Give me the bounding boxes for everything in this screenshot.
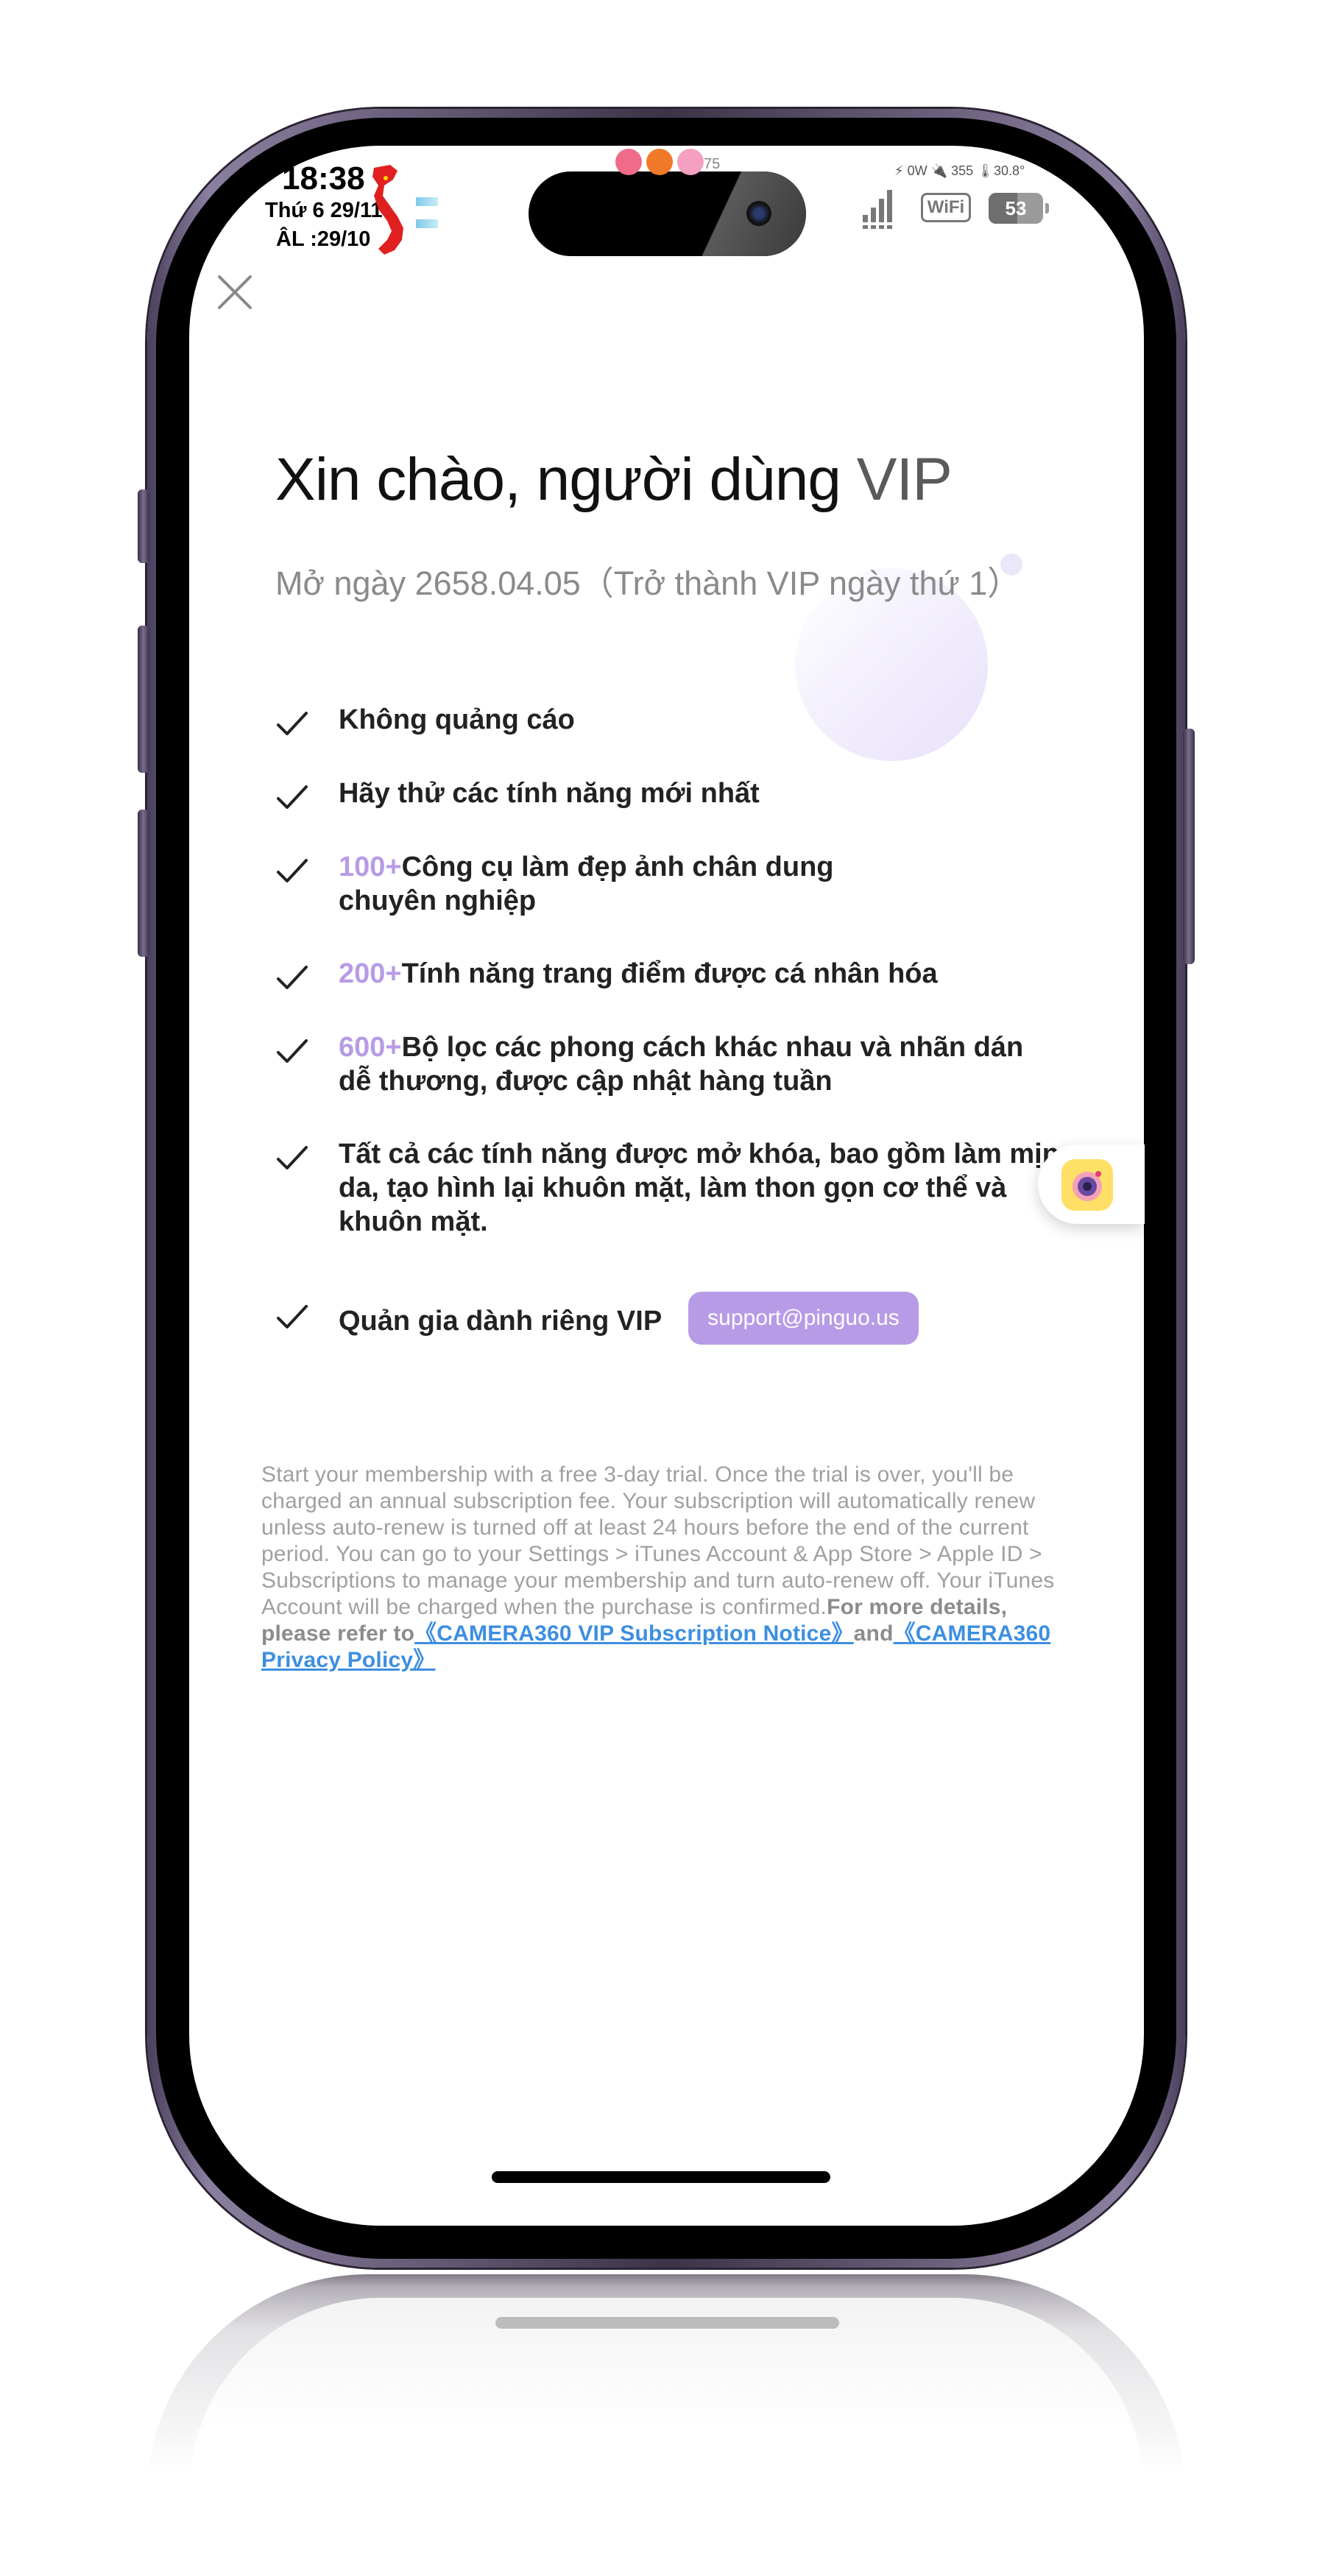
camera-icon (746, 201, 771, 226)
floating-app-button[interactable] (1038, 1144, 1145, 1224)
vip-notice-link[interactable]: 《CAMERA360 VIP Subscription Notice》 (414, 1621, 854, 1646)
feature-text: 200+Tính năng trang điểm được cá nhân hó… (339, 958, 938, 989)
check-icon (277, 1039, 308, 1063)
feature-text: Không quảng cáo (339, 704, 575, 735)
tag-icon (416, 197, 438, 206)
check-icon (277, 1146, 308, 1170)
phone-reflection-screen (190, 2298, 1144, 2519)
check-icon (277, 712, 308, 735)
vietnam-map-icon (372, 165, 403, 255)
close-icon[interactable] (216, 274, 253, 311)
title-main: Xin chào, người dùng (275, 446, 857, 513)
camera360-icon (1061, 1159, 1113, 1211)
app-indicator-icon (677, 149, 704, 175)
wifi-icon: WiFi (921, 193, 971, 222)
battery-indicator: 53 (989, 193, 1043, 224)
bluetooth-icon (646, 149, 673, 175)
check-icon (277, 966, 308, 989)
check-icon (277, 859, 308, 882)
status-time: 18:38 (282, 160, 365, 197)
status-lunar-date: ÂL :29/10 (276, 227, 371, 251)
page-title: Xin chào, người dùng VIP (275, 445, 953, 514)
status-stats: ⚡ 0W 🔌 355 🌡30.8° (894, 163, 1025, 178)
feature-text: 100+Công cụ làm đẹp ảnh chân dung chuyên… (339, 852, 834, 916)
check-icon (277, 1305, 308, 1328)
volume-down-button (138, 810, 149, 957)
battery-nub (1045, 203, 1049, 213)
status-count: 75 (704, 156, 721, 172)
feature-text: Quản gia dành riêng VIP support@pinguo.us (339, 1292, 919, 1349)
support-email-button[interactable]: support@pinguo.us (688, 1292, 919, 1345)
reflection-home-bar (495, 2317, 839, 2329)
subscription-terms: Start your membership with a free 3-day … (261, 1462, 1064, 1674)
check-icon (277, 785, 308, 809)
feature-text: Tất cả các tính năng được mở khóa, bao g… (339, 1139, 1059, 1237)
signal-icon (863, 190, 892, 229)
vip-open-date: Mở ngày 2658.04.05（Trở thành VIP ngày th… (275, 565, 1021, 602)
power-button (1183, 729, 1195, 964)
dynamic-island (529, 171, 806, 256)
app-indicator-icon (615, 149, 642, 175)
action-button (138, 489, 149, 563)
feature-text: Hãy thử các tính năng mới nhất (339, 778, 760, 809)
terms-and: and (853, 1621, 894, 1646)
volume-up-button (138, 626, 149, 773)
status-date: Thứ 6 29/11 (265, 199, 383, 222)
home-indicator[interactable] (492, 2171, 830, 2183)
feature-text: 600+Bộ lọc các phong cách khác nhau và n… (339, 1032, 1024, 1097)
title-vip: VIP (856, 446, 953, 513)
camera-lens-icon (1073, 1171, 1102, 1201)
tag-icon (416, 219, 438, 228)
battery-level: 53 (1005, 197, 1027, 219)
